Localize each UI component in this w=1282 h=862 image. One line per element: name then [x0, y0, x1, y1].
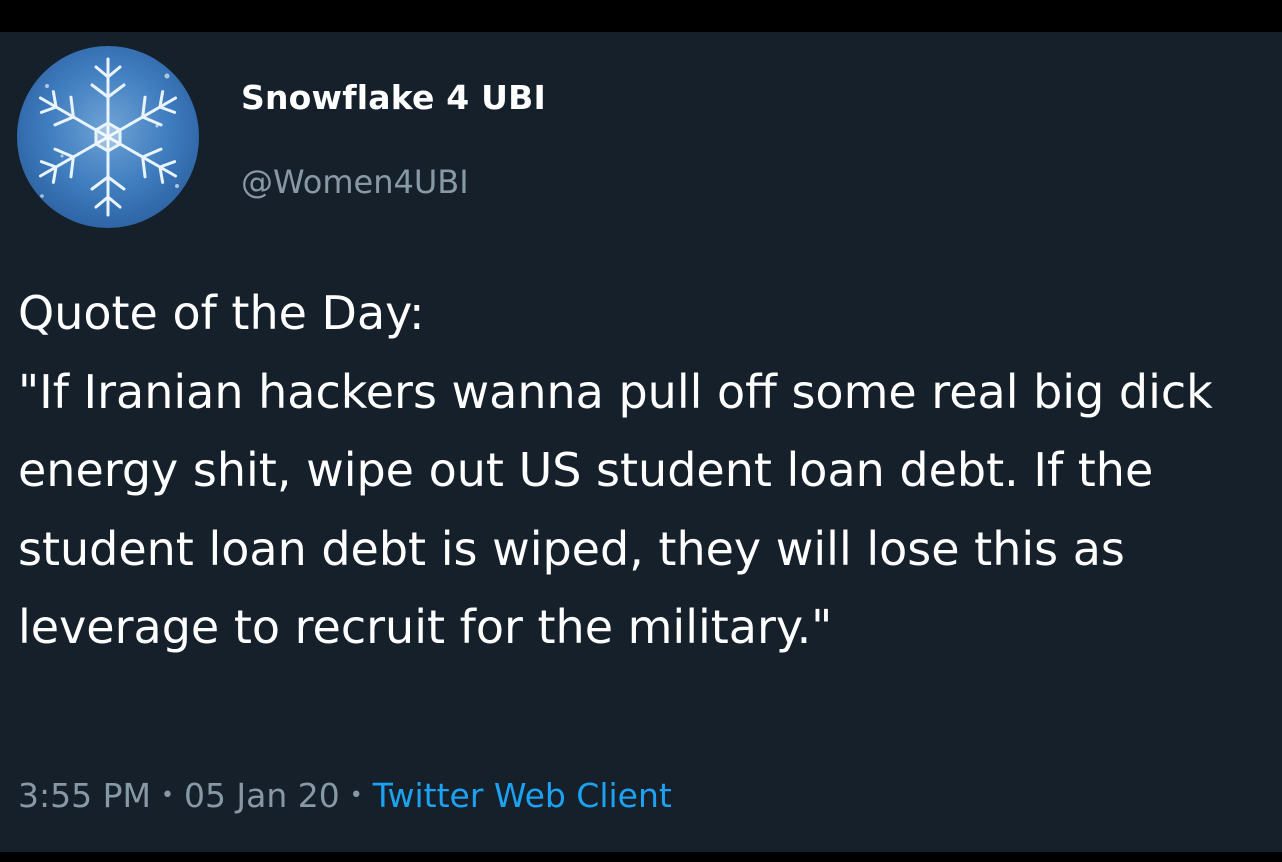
top-letterbox: [0, 0, 1282, 32]
meta-separator: •: [160, 783, 174, 808]
tweet-time[interactable]: 3:55 PM: [18, 776, 151, 815]
tweet-source-link[interactable]: Twitter Web Client: [373, 776, 672, 815]
meta-separator: •: [349, 783, 363, 808]
tweet-date[interactable]: 05 Jan 20: [184, 776, 340, 815]
tweet-meta: 3:55 PM • 05 Jan 20 • Twitter Web Client: [18, 776, 672, 815]
user-handle[interactable]: @Women4UBI: [241, 163, 469, 201]
snowflake-icon: [38, 57, 179, 217]
tweet-card: Snowflake 4 UBI @Women4UBI Quote of the …: [0, 32, 1282, 852]
display-name[interactable]: Snowflake 4 UBI: [241, 78, 546, 117]
avatar[interactable]: [17, 46, 199, 228]
bottom-letterbox: [0, 852, 1282, 862]
tweet-text: Quote of the Day: "If Iranian hackers wa…: [18, 286, 1213, 654]
